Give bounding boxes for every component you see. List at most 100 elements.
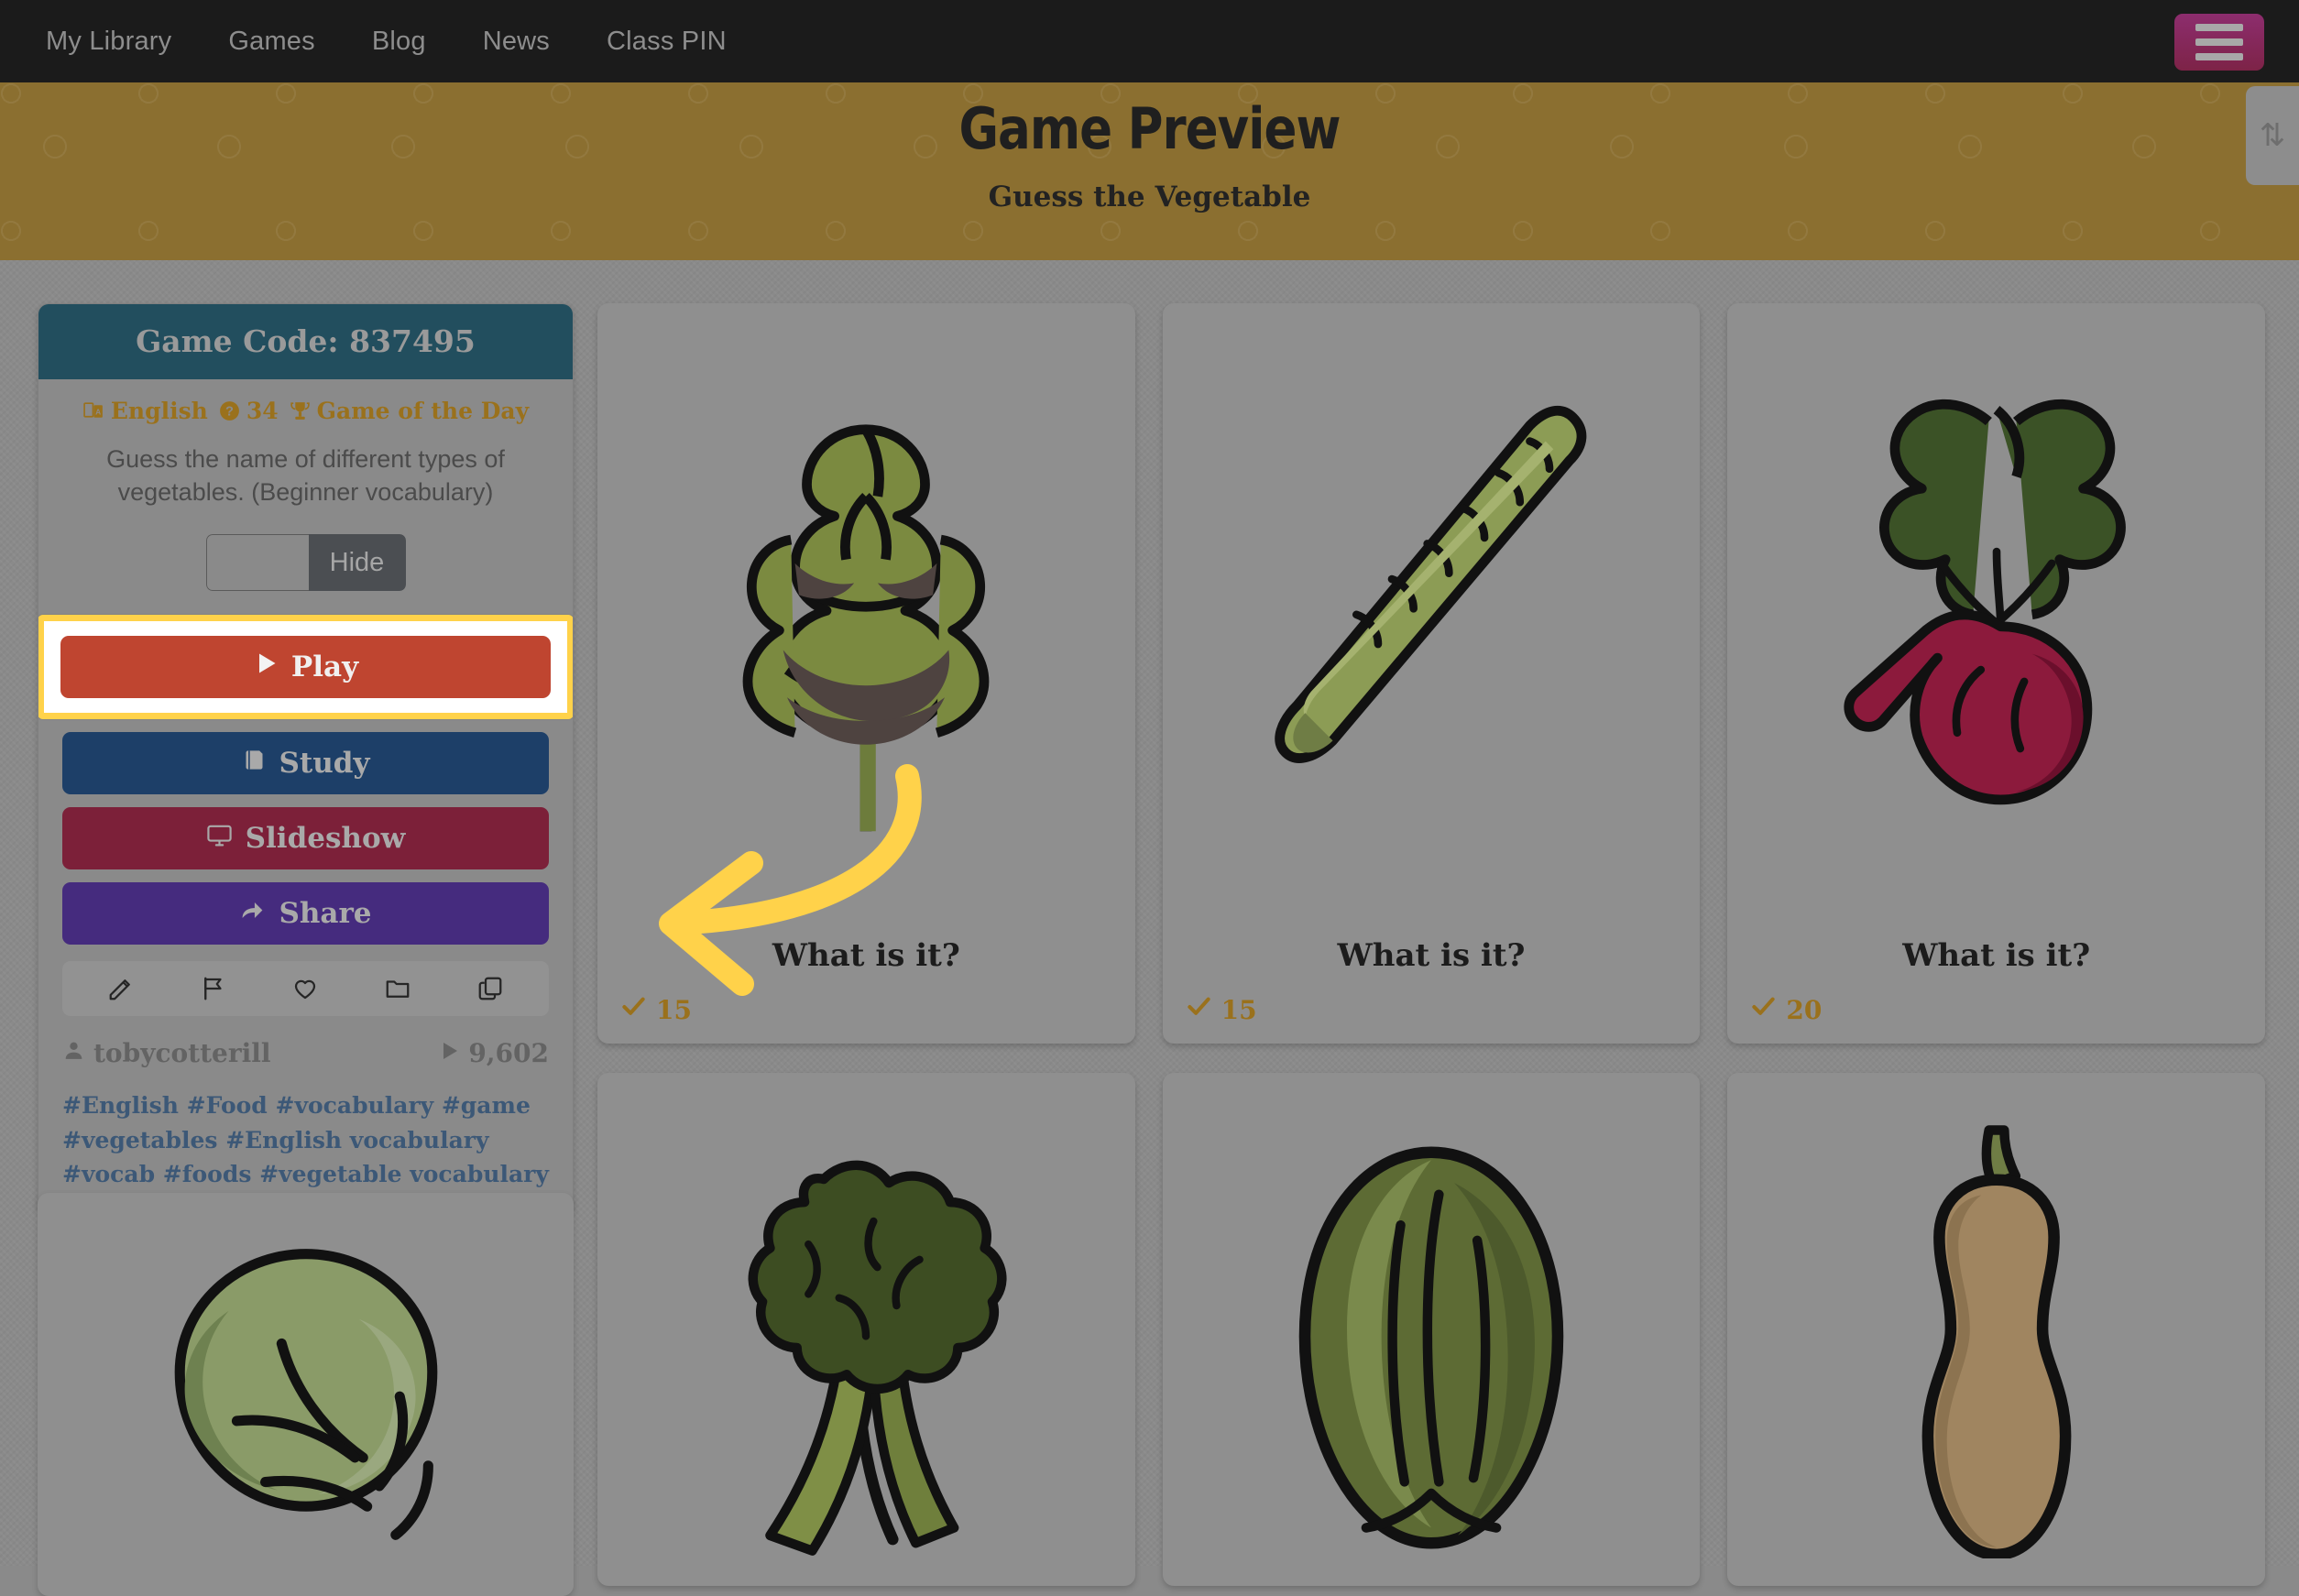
game-code-label: Game Code: 837495	[136, 323, 476, 359]
play-icon	[253, 650, 279, 683]
book-icon	[242, 747, 267, 780]
game-description: Guess the name of different types of veg…	[106, 445, 505, 506]
svg-text:A: A	[95, 408, 101, 417]
hide-toggle[interactable]: Hide	[205, 534, 406, 592]
artichoke-illustration	[597, 303, 1135, 937]
card-butternut-squash[interactable]	[1727, 1073, 2266, 1586]
card-cabbage[interactable]	[1162, 1073, 1701, 1586]
tag-item[interactable]: #Food	[187, 1092, 268, 1119]
study-button[interactable]: Study	[62, 732, 549, 795]
question-circle-icon: ?	[218, 399, 241, 422]
hide-toggle-off[interactable]	[205, 534, 309, 592]
page-banner: Game Preview Guess the Vegetable	[0, 82, 2299, 260]
pencil-icon[interactable]	[107, 975, 135, 1002]
meta-question-count-label: 34	[246, 398, 279, 424]
meta-language-label: English	[110, 398, 208, 424]
monitor-icon	[206, 822, 233, 856]
card-lettuce[interactable]	[38, 1193, 574, 1596]
card-caption: What is it?	[1902, 937, 2091, 974]
hide-toggle-wrap: Hide	[62, 534, 549, 592]
card-answer-count-value: 15	[656, 994, 692, 1025]
game-meta-row: A English ? 34 Game of the Day	[62, 398, 549, 424]
tag-item[interactable]: #vocabulary	[276, 1092, 434, 1119]
card-answer-count-value: 15	[1221, 994, 1257, 1025]
share-button-label: Share	[279, 897, 372, 931]
card-caption: What is it?	[1337, 937, 1526, 974]
tag-item[interactable]: #vocab	[62, 1161, 155, 1187]
check-icon	[1751, 994, 1776, 1025]
meta-game-of-the-day-label: Game of the Day	[316, 398, 530, 424]
play-icon	[438, 1038, 460, 1068]
slideshow-button-label: Slideshow	[245, 822, 406, 856]
question-cards-grid: What is it? 15 What is it? 15 What is it…	[597, 303, 2266, 1586]
author-name: tobycotterill	[93, 1038, 271, 1069]
tag-item[interactable]: #vegetables	[62, 1127, 217, 1153]
asparagus-illustration	[1163, 303, 1701, 937]
butternut-squash-illustration	[1727, 1073, 2265, 1586]
share-arrow-icon	[239, 897, 266, 931]
card-answer-count: 20	[1727, 994, 2265, 1044]
card-artichoke[interactable]: What is it? 15	[597, 303, 1135, 1044]
hamburger-icon[interactable]	[2174, 14, 2264, 71]
check-icon	[621, 994, 646, 1025]
meta-game-of-the-day: Game of the Day	[289, 398, 529, 424]
nav-games[interactable]: Games	[228, 27, 314, 57]
tag-list: #English #Food #vocabulary #game #vegeta…	[62, 1088, 549, 1192]
card-row-2	[597, 1073, 2266, 1586]
folder-icon[interactable]	[384, 975, 411, 1002]
copy-icon[interactable]	[476, 975, 504, 1002]
tag-item[interactable]: #vegetable vocabulary	[259, 1161, 549, 1187]
hamburger-bar	[2195, 24, 2243, 31]
lettuce-illustration	[38, 1193, 574, 1596]
slideshow-button[interactable]: Slideshow	[62, 807, 549, 870]
meta-language[interactable]: A English	[82, 398, 208, 424]
nav-news[interactable]: News	[483, 27, 550, 57]
card-broccoli[interactable]	[597, 1073, 1135, 1586]
trophy-icon	[289, 399, 312, 422]
tag-item[interactable]: #game	[442, 1092, 531, 1119]
play-count: 9,602	[438, 1038, 549, 1068]
page-title: Game Preview	[958, 95, 1341, 162]
page-subtitle: Guess the Vegetable	[988, 180, 1311, 213]
card-answer-count: 15	[1163, 994, 1701, 1044]
tag-item[interactable]: #English	[62, 1092, 179, 1119]
share-button[interactable]: Share	[62, 882, 549, 946]
cabbage-illustration	[1163, 1073, 1701, 1586]
card-beetroot[interactable]: What is it? 20	[1727, 303, 2266, 1044]
tag-item[interactable]: #foods	[163, 1161, 252, 1187]
nav-blog[interactable]: Blog	[372, 27, 426, 57]
author-stats-row: tobycotterill 9,602	[62, 1038, 549, 1068]
hamburger-bar	[2195, 53, 2243, 60]
meta-question-count: ? 34	[218, 398, 279, 424]
card-row-1: What is it? 15 What is it? 15 What is it…	[597, 303, 2266, 1044]
scroll-indicator[interactable]: ⇅	[2246, 86, 2299, 185]
nav-links: My Library Games Blog News Class PIN	[46, 27, 727, 57]
check-icon	[1187, 994, 1211, 1025]
language-icon: A	[82, 399, 105, 422]
play-button[interactable]: Play	[60, 636, 551, 699]
top-navigation-bar: My Library Games Blog News Class PIN	[0, 0, 2299, 82]
user-icon	[62, 1038, 85, 1068]
beetroot-illustration	[1727, 303, 2265, 937]
broccoli-illustration	[597, 1073, 1135, 1586]
flag-icon[interactable]	[200, 975, 227, 1002]
action-icon-row	[62, 961, 549, 1017]
game-info-panel: Game Code: 837495 A English ? 34 Game of…	[38, 303, 574, 1213]
tag-item[interactable]: #English vocabulary	[225, 1127, 488, 1153]
hide-toggle-on[interactable]: Hide	[308, 534, 406, 592]
card-answer-count-value: 20	[1786, 994, 1823, 1025]
nav-class-pin[interactable]: Class PIN	[607, 27, 727, 57]
heart-icon[interactable]	[291, 975, 319, 1002]
card-answer-count: 15	[597, 994, 1135, 1044]
hamburger-bar	[2195, 38, 2243, 46]
study-button-label: Study	[279, 747, 370, 781]
card-caption: What is it?	[772, 937, 960, 974]
author[interactable]: tobycotterill	[62, 1038, 271, 1068]
play-button-label: Play	[290, 650, 359, 684]
play-button-highlight: Play	[38, 615, 573, 720]
card-asparagus[interactable]: What is it? 15	[1162, 303, 1701, 1044]
game-code-header: Game Code: 837495	[38, 304, 573, 379]
nav-my-library[interactable]: My Library	[46, 27, 171, 57]
svg-text:?: ?	[225, 405, 234, 420]
play-count-value: 9,602	[468, 1038, 549, 1069]
